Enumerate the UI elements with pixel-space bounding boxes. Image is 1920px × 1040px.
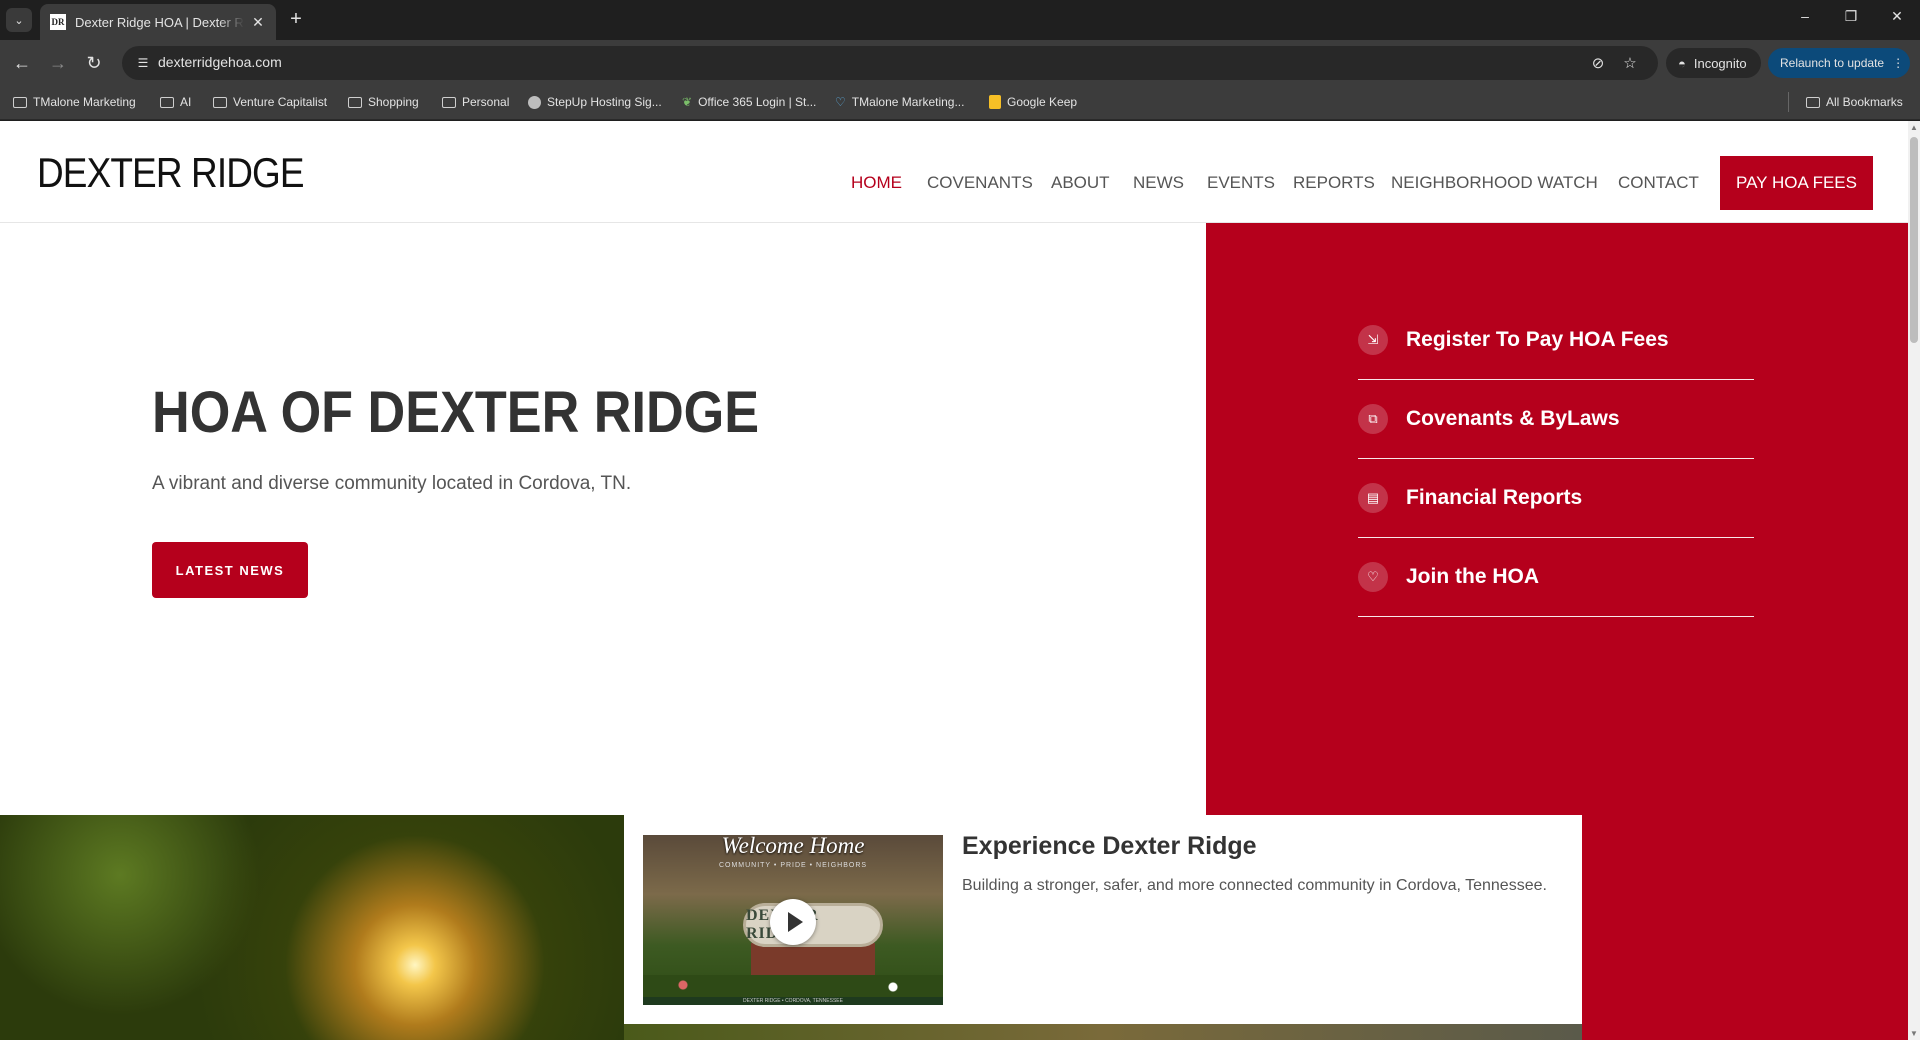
forest-photo	[0, 815, 624, 1040]
section-background-strip	[624, 1024, 1582, 1040]
folder-icon	[442, 96, 456, 108]
nav-about[interactable]: ABOUT	[1051, 173, 1110, 193]
nav-events[interactable]: EVENTS	[1207, 173, 1275, 193]
folder-icon	[1806, 96, 1820, 108]
quick-link-join[interactable]: ♡ Join the HOA	[1358, 538, 1754, 617]
video-script-text: Welcome Home	[721, 835, 865, 858]
back-icon[interactable]: ←	[10, 51, 34, 75]
all-bookmarks-label: All Bookmarks	[1826, 95, 1903, 109]
quick-link-label: Join the HOA	[1406, 565, 1540, 588]
new-tab-button[interactable]: +	[284, 8, 308, 32]
video-thumbnail[interactable]: Welcome Home COMMUNITY • PRIDE • NEIGHBO…	[643, 835, 943, 1005]
forward-icon[interactable]: →	[46, 51, 70, 75]
tab-title: Dexter Ridge HOA | Dexter Ridge	[75, 14, 244, 30]
browser-toolbar: ← → ↻ ☰ dexterridgehoa.com ⊘ ☆ ◓ Incogni…	[0, 40, 1920, 86]
bookmark-item[interactable]: TMalone Marketing	[13, 95, 136, 109]
relaunch-label: Relaunch to update	[1780, 56, 1885, 70]
nav-news[interactable]: NEWS	[1133, 173, 1184, 193]
hero-subtitle: A vibrant and diverse community located …	[152, 473, 632, 494]
tab-close-icon[interactable]: ✕	[250, 14, 266, 31]
pay-hoa-fees-button[interactable]: PAY HOA FEES	[1720, 156, 1873, 210]
document-icon: ▤	[1358, 483, 1388, 513]
nav-neighborhood-watch[interactable]: NEIGHBORHOOD WATCH	[1391, 173, 1598, 193]
quick-link-label: Financial Reports	[1406, 486, 1583, 509]
bookmark-item[interactable]: Venture Capitalist	[213, 95, 327, 109]
heart-icon: ♡	[1358, 562, 1388, 592]
nav-home[interactable]: HOME	[851, 173, 902, 193]
bookmark-item[interactable]: ❦ Office 365 Login | St...	[682, 95, 816, 109]
register-icon: ⇲	[1358, 325, 1388, 355]
scrollbar-thumb[interactable]	[1910, 137, 1918, 343]
copy-icon: ⧉	[1358, 404, 1388, 434]
bookmark-label: AI	[180, 95, 192, 109]
relaunch-button[interactable]: Relaunch to update ⋮	[1768, 48, 1910, 78]
bookmarks-separator	[1788, 92, 1789, 112]
nav-covenants[interactable]: COVENANTS	[927, 173, 1033, 193]
page-scrollbar[interactable]: ▲ ▼	[1908, 121, 1920, 1040]
minimize-icon[interactable]: –	[1790, 8, 1820, 24]
site-favicon-icon: DR	[50, 14, 66, 30]
bookmark-star-icon[interactable]: ☆	[1620, 54, 1640, 72]
video-tagline: COMMUNITY • PRIDE • NEIGHBORS	[718, 862, 868, 869]
bookmark-item[interactable]: Shopping	[348, 95, 419, 109]
site-header: DEXTER RIDGE HOME COVENANTS ABOUT NEWS E…	[0, 121, 1908, 223]
bookmark-item[interactable]: StepUp Hosting Sig...	[528, 95, 662, 109]
bookmark-item[interactable]: AI	[160, 95, 191, 109]
browser-tab-active[interactable]: DR Dexter Ridge HOA | Dexter Ridge ✕	[40, 4, 276, 40]
nav-reports[interactable]: REPORTS	[1293, 173, 1375, 193]
bookmark-item[interactable]: Personal	[442, 95, 509, 109]
folder-icon	[213, 96, 227, 108]
quick-link-covenants[interactable]: ⧉ Covenants & ByLaws	[1358, 380, 1754, 459]
latest-news-button[interactable]: LATEST NEWS	[152, 542, 308, 598]
heart-icon: ♡	[835, 95, 846, 109]
keep-icon	[989, 95, 1001, 109]
leaf-icon: ❦	[682, 95, 693, 109]
window-close-icon[interactable]: ✕	[1882, 8, 1912, 25]
bookmark-item[interactable]: Google Keep	[989, 95, 1077, 109]
url-text[interactable]: dexterridgehoa.com	[158, 54, 282, 70]
experience-text: Building a stronger, safer, and more con…	[962, 877, 1547, 894]
incognito-label: Incognito	[1693, 55, 1747, 71]
restore-icon[interactable]: ❐	[1836, 8, 1866, 25]
video-footer-text: DEXTER RIDGE • CORDOVA, TENNESSEE	[643, 997, 943, 1005]
bookmark-label: Office 365 Login | St...	[698, 95, 817, 109]
experience-card: Welcome Home COMMUNITY • PRIDE • NEIGHBO…	[624, 815, 1582, 1024]
bookmark-label: TMalone Marketing	[33, 95, 136, 109]
bookmarks-bar: TMalone Marketing AI Venture Capitalist …	[0, 86, 1920, 120]
tab-search-button[interactable]: ⌄	[6, 8, 32, 32]
eye-off-icon[interactable]: ⊘	[1588, 54, 1608, 72]
bookmark-label: Shopping	[368, 95, 419, 109]
reload-icon[interactable]: ↻	[82, 51, 106, 75]
scroll-down-icon[interactable]: ▼	[1910, 1029, 1918, 1038]
quick-link-register[interactable]: ⇲ Register To Pay HOA Fees	[1358, 301, 1754, 380]
hero-title: HOA OF DEXTER RIDGE	[152, 380, 760, 445]
bookmark-label: Google Keep	[1007, 95, 1078, 109]
quick-link-label: Covenants & ByLaws	[1406, 407, 1620, 430]
folder-icon	[348, 96, 362, 108]
site-info-icon[interactable]: ☰	[134, 54, 152, 72]
bookmark-label: StepUp Hosting Sig...	[547, 95, 662, 109]
tab-bar: ⌄ DR Dexter Ridge HOA | Dexter Ridge ✕ +…	[0, 0, 1920, 40]
play-icon[interactable]	[770, 899, 816, 945]
nav-contact[interactable]: CONTACT	[1618, 173, 1699, 193]
web-page: DEXTER RIDGE HOME COVENANTS ABOUT NEWS E…	[0, 121, 1920, 1040]
bookmark-item[interactable]: ♡ TMalone Marketing...	[835, 95, 964, 109]
incognito-icon: ◓	[1678, 55, 1686, 71]
site-logo[interactable]: DEXTER RIDGE	[37, 149, 305, 197]
bookmark-label: TMalone Marketing...	[851, 95, 965, 109]
folder-icon	[13, 96, 27, 108]
quick-link-financial-reports[interactable]: ▤ Financial Reports	[1358, 459, 1754, 538]
all-bookmarks[interactable]: All Bookmarks	[1806, 95, 1903, 109]
experience-title: Experience Dexter Ridge	[962, 832, 1257, 860]
folder-icon	[160, 96, 174, 108]
more-menu-icon[interactable]: ⋮	[1892, 56, 1904, 70]
bookmark-label: Personal	[462, 95, 510, 109]
incognito-badge[interactable]: ◓ Incognito	[1666, 48, 1761, 78]
scroll-up-icon[interactable]: ▲	[1910, 123, 1918, 132]
bookmark-label: Venture Capitalist	[233, 95, 328, 109]
address-bar[interactable]: ☰ dexterridgehoa.com ⊘ ☆	[122, 46, 1658, 80]
globe-icon	[528, 95, 541, 109]
quick-link-label: Register To Pay HOA Fees	[1406, 328, 1669, 351]
